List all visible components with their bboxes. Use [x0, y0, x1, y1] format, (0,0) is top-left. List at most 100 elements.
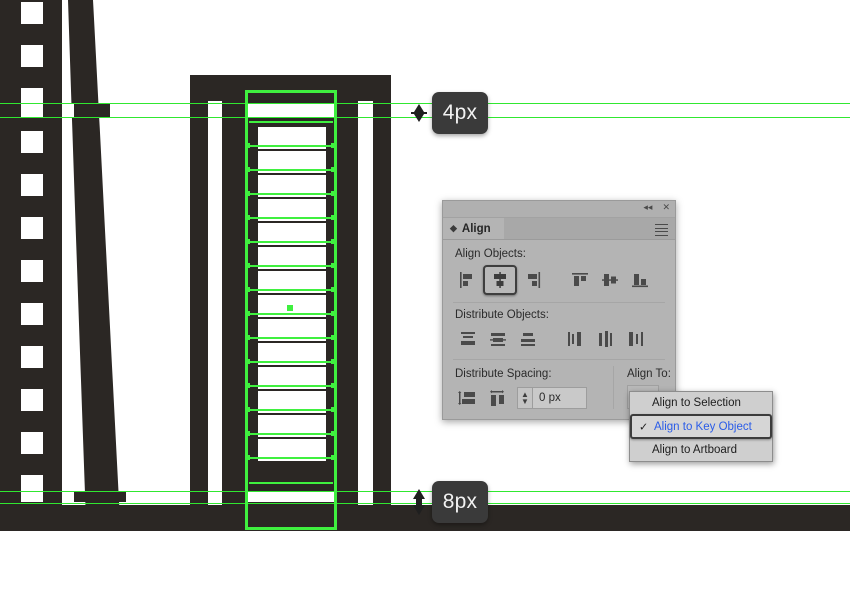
selection-handle[interactable]	[245, 287, 250, 292]
collapse-toggle-icon[interactable]: ◆	[450, 224, 457, 233]
align-horizontal-centers-button[interactable]	[483, 265, 517, 295]
selection-handle[interactable]	[331, 335, 336, 340]
distribute-horizontal-centers-button[interactable]	[591, 326, 621, 352]
band-gap	[208, 104, 222, 117]
object-edge	[249, 193, 333, 195]
selection-handle[interactable]	[331, 431, 336, 436]
band-gap	[21, 104, 43, 117]
align-panel[interactable]: ◂◂ ✕ ◆ Align Align Objects: Distribute O…	[442, 200, 676, 420]
object-edge	[249, 337, 333, 339]
object-edge	[249, 457, 333, 459]
spacing-value-input[interactable]: 0 px	[533, 387, 587, 409]
vertical-double-arrow-icon	[408, 488, 430, 521]
menu-item-align-to-key-object[interactable]: ✓ Align to Key Object	[630, 414, 772, 439]
align-right-edges-button[interactable]	[517, 267, 547, 293]
selection-handle[interactable]	[331, 191, 336, 196]
distribute-objects-label: Distribute Objects:	[455, 309, 549, 321]
stepper-down-icon[interactable]: ▼	[521, 398, 529, 406]
panel-titlebar[interactable]: ◂◂ ✕	[443, 201, 675, 218]
object-edge	[249, 482, 333, 484]
selection-handle[interactable]	[245, 311, 250, 316]
measurement-badge-top: 4px	[432, 92, 488, 134]
menu-item-label: Align to Selection	[652, 397, 741, 409]
object-edge	[249, 121, 333, 123]
selection-handle[interactable]	[331, 167, 336, 172]
selection-handle[interactable]	[331, 287, 336, 292]
selection-handle[interactable]	[331, 311, 336, 316]
align-bottom-edges-button[interactable]	[625, 267, 655, 293]
object-edge	[249, 289, 333, 291]
selection-handle[interactable]	[331, 215, 336, 220]
selection-handle[interactable]	[245, 263, 250, 268]
measurement-value: 8px	[442, 490, 478, 513]
distribute-bottom-edges-button[interactable]	[513, 326, 543, 352]
object-edge	[249, 361, 333, 363]
selection-handle[interactable]	[331, 407, 336, 412]
distribute-top-edges-button[interactable]	[453, 326, 483, 352]
section-divider	[453, 359, 665, 360]
align-top-edges-button[interactable]	[565, 267, 595, 293]
selection-handle[interactable]	[331, 383, 336, 388]
vertical-distribute-spacing-button[interactable]	[453, 385, 483, 411]
vertical-bar	[373, 75, 391, 520]
align-objects-label: Align Objects:	[455, 248, 526, 260]
panel-title: Align	[461, 222, 491, 235]
horizontal-distribute-spacing-button[interactable]	[483, 385, 513, 411]
band-gap	[110, 104, 190, 117]
selection-handle[interactable]	[245, 191, 250, 196]
selection-handle[interactable]	[245, 239, 250, 244]
align-objects-buttons[interactable]	[443, 265, 675, 295]
selection-handle[interactable]	[331, 239, 336, 244]
selection-handle[interactable]	[245, 359, 250, 364]
menu-item-align-to-selection[interactable]: Align to Selection	[630, 392, 772, 414]
band-gap	[62, 492, 74, 502]
selection-handle[interactable]	[245, 215, 250, 220]
selection-handle[interactable]	[245, 383, 250, 388]
key-object-anchor-point	[287, 305, 293, 311]
object-edge	[249, 409, 333, 411]
checkmark-icon: ✓	[639, 421, 649, 433]
band-gap	[358, 492, 373, 502]
selection-handle[interactable]	[331, 143, 336, 148]
menu-item-label: Align to Artboard	[652, 444, 738, 456]
distribute-objects-buttons[interactable]	[443, 326, 675, 352]
align-vertical-centers-button[interactable]	[595, 267, 625, 293]
distribute-left-edges-button[interactable]	[561, 326, 591, 352]
object-edge	[249, 169, 333, 171]
selection-handle[interactable]	[331, 455, 336, 460]
vertical-bar	[222, 75, 246, 520]
collapse-icon[interactable]: ◂◂	[643, 203, 652, 212]
editor-canvas-screen: 4px 8px ◂◂ ✕ ◆ Align Align Objects: Dist…	[0, 0, 850, 600]
object-edge	[249, 241, 333, 243]
panel-tab-row[interactable]: ◆ Align	[443, 218, 675, 240]
selection-handle[interactable]	[245, 431, 250, 436]
selection-handle[interactable]	[245, 143, 250, 148]
align-to-dropdown-menu[interactable]: Align to Selection ✓ Align to Key Object…	[629, 391, 773, 462]
band-gap	[358, 104, 373, 117]
selection-handle[interactable]	[245, 455, 250, 460]
object-edge	[249, 265, 333, 267]
band-gap	[62, 104, 74, 117]
spacing-stepper[interactable]: ▲ ▼	[517, 387, 533, 409]
selection-handle[interactable]	[331, 263, 336, 268]
distribute-right-edges-button[interactable]	[621, 326, 651, 352]
selection-handle[interactable]	[331, 359, 336, 364]
object-edge	[249, 313, 333, 315]
measurement-badge-bottom: 8px	[432, 481, 488, 523]
tab-align[interactable]: ◆ Align	[443, 218, 504, 239]
object-edge	[249, 217, 333, 219]
hamburger-menu-icon[interactable]	[655, 224, 668, 238]
menu-item-align-to-artboard[interactable]: Align to Artboard	[630, 439, 772, 461]
object-edge	[249, 433, 333, 435]
band-gap	[21, 492, 43, 502]
distribute-vertical-centers-button[interactable]	[483, 326, 513, 352]
close-icon[interactable]: ✕	[662, 203, 670, 212]
band-gap	[126, 492, 190, 502]
selection-handle[interactable]	[245, 407, 250, 412]
vertical-double-arrow-icon	[408, 102, 430, 129]
menu-item-label: Align to Key Object	[654, 420, 752, 433]
align-left-edges-button[interactable]	[453, 267, 483, 293]
measurement-value: 4px	[442, 101, 478, 124]
selection-handle[interactable]	[245, 167, 250, 172]
selection-handle[interactable]	[245, 335, 250, 340]
